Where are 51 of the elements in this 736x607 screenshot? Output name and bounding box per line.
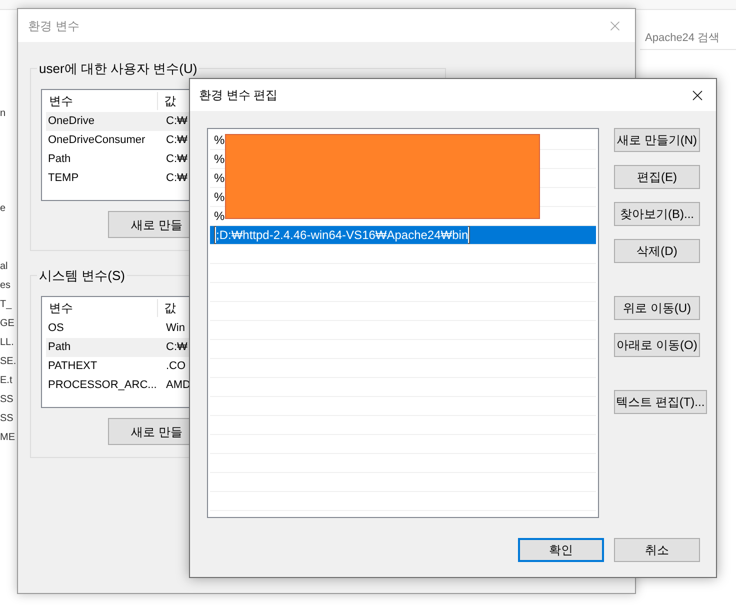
column-header[interactable]: 값 bbox=[158, 92, 176, 110]
column-header[interactable]: 변수 bbox=[42, 299, 158, 317]
table-cell-text: C:₩ bbox=[165, 152, 188, 168]
table-cell-text: TEMP bbox=[47, 171, 80, 186]
file-name[interactable]: T_ bbox=[0, 295, 16, 314]
table-cell-text: OneDrive bbox=[47, 114, 96, 130]
table-cell-text: C:₩ bbox=[165, 171, 188, 186]
file-name[interactable]: es bbox=[0, 276, 16, 295]
table-cell-text: C:₩ bbox=[165, 133, 188, 148]
table-cell-text: Path bbox=[47, 340, 72, 356]
file-name[interactable]: n bbox=[0, 104, 16, 123]
column-header[interactable]: 값 bbox=[158, 299, 176, 317]
edit-field[interactable]: ;D:₩httpd-2.4.46-win64-VS16₩Apache24₩bin bbox=[214, 226, 470, 244]
side-button[interactable]: 찾아보기(B)... bbox=[614, 202, 700, 226]
file-name[interactable]: e bbox=[0, 199, 16, 218]
table-cell-text: C:₩ bbox=[165, 114, 188, 130]
window-title: 환경 변수 bbox=[28, 18, 80, 34]
cancel-button[interactable]: 취소 bbox=[614, 538, 700, 562]
table-cell-text: Path bbox=[47, 152, 72, 168]
file-name[interactable]: GE bbox=[0, 314, 16, 333]
side-button[interactable]: 편집(E) bbox=[614, 165, 700, 189]
file-name[interactable]: SS bbox=[0, 409, 16, 428]
file-name[interactable]: LL. bbox=[0, 333, 16, 352]
file-name[interactable]: SE. bbox=[0, 352, 16, 371]
table-cell-text: PROCESSOR_ARC... bbox=[47, 378, 158, 394]
ok-button[interactable]: 확인 bbox=[518, 538, 604, 562]
table-cell-text: PATHEXT bbox=[47, 359, 98, 374]
file-name[interactable]: E.t bbox=[0, 371, 16, 390]
table-cell-text: C:₩ bbox=[165, 340, 188, 356]
list-item-text: % bbox=[213, 170, 225, 187]
side-button[interactable]: 새로 만들기(N) bbox=[614, 128, 700, 152]
list-item-text: % bbox=[213, 189, 225, 206]
window-title: 환경 변수 편집 bbox=[199, 87, 278, 104]
file-name[interactable]: al bbox=[0, 257, 16, 276]
table-cell-text: OneDriveConsumer bbox=[47, 133, 146, 148]
side-button[interactable]: 삭제(D) bbox=[614, 239, 700, 263]
list-row[interactable]: ;D:₩httpd-2.4.46-win64-VS16₩Apache24₩bin bbox=[210, 226, 596, 245]
list-item-text: % bbox=[213, 151, 225, 168]
file-name[interactable]: SS bbox=[0, 390, 16, 409]
table-cell-text: Win bbox=[165, 321, 185, 336]
side-button[interactable]: 아래로 이동(O) bbox=[614, 333, 700, 357]
table-cell-text: OS bbox=[47, 321, 65, 336]
side-button[interactable]: 텍스트 편집(T)... bbox=[614, 390, 707, 414]
search-placeholder[interactable]: Apache24 검색 bbox=[640, 30, 720, 47]
file-name[interactable]: ME bbox=[0, 428, 16, 447]
side-button[interactable]: 위로 이동(U) bbox=[614, 296, 700, 320]
table-cell-text: .CO bbox=[165, 359, 186, 374]
column-header[interactable]: 변수 bbox=[42, 92, 158, 110]
list-item-text: % bbox=[213, 208, 225, 225]
list-item-text: % bbox=[213, 132, 225, 149]
table-cell-text: AMD bbox=[165, 378, 190, 394]
